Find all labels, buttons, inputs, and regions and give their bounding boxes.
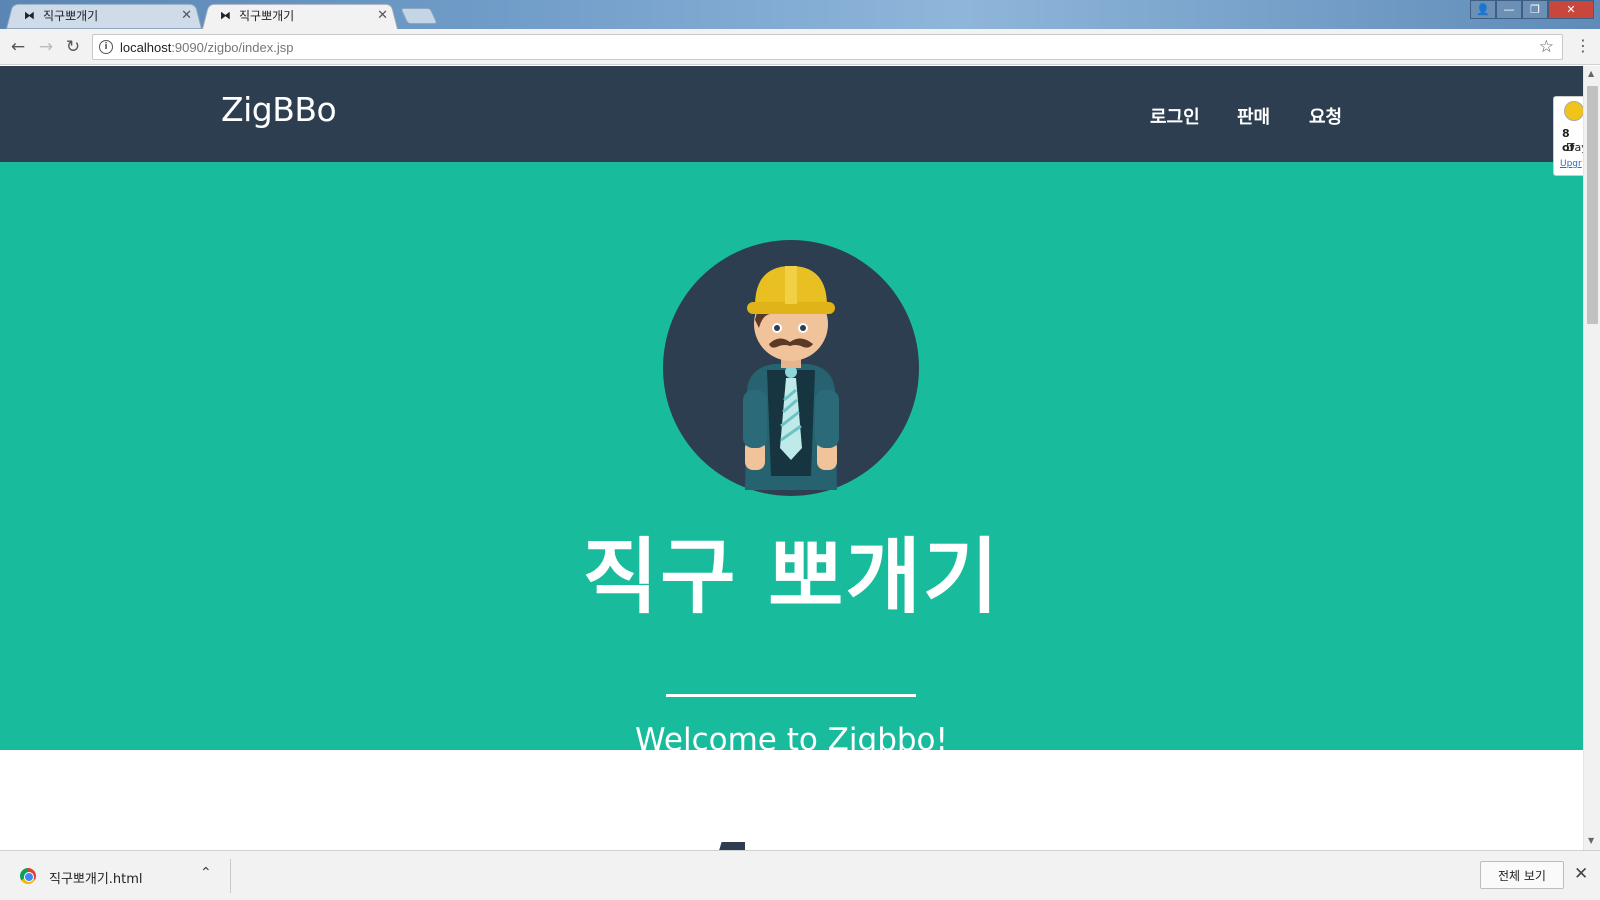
hero-title: 직구 뽀개기	[582, 530, 1001, 625]
nav-sell-link[interactable]: 판매	[1237, 103, 1270, 129]
info-icon[interactable]: i	[99, 40, 113, 54]
extension-upgrade-link[interactable]: Upgr	[1560, 159, 1582, 169]
browser-tab-active[interactable]: ⧓ 직구뽀개기 ✕	[202, 2, 398, 30]
worker-avatar-icon	[663, 240, 919, 496]
url-path: :9090/zigbo/index.jsp	[171, 39, 294, 55]
scroll-up-icon[interactable]: ▲	[1588, 69, 1594, 78]
close-window-button[interactable]: ✕	[1548, 0, 1594, 19]
user-icon[interactable]: 👤	[1470, 0, 1496, 19]
page-scrollbar[interactable]: ▲ ▼	[1583, 66, 1600, 850]
new-tab-button[interactable]	[400, 8, 438, 24]
browser-tab[interactable]: ⧓ 직구뽀개기 ✕	[6, 2, 202, 30]
download-filename[interactable]: 직구뽀개기.html	[49, 868, 143, 887]
extension-widget[interactable]: 8 of Day Upgr	[1553, 96, 1583, 176]
tab-title: 직구뽀개기	[239, 9, 295, 23]
address-bar[interactable]: i localhost:9090/zigbo/index.jsp ☆	[92, 34, 1563, 60]
back-arrow-icon[interactable]: ←	[6, 35, 30, 59]
worker-illustration	[743, 266, 839, 490]
chrome-menu-icon[interactable]: ⋮	[1575, 36, 1591, 55]
extension-badge-icon	[1564, 101, 1583, 121]
bookmark-star-icon[interactable]: ☆	[1539, 37, 1554, 57]
close-icon[interactable]: ✕	[181, 8, 192, 23]
reload-icon[interactable]: ↻	[61, 35, 85, 59]
hero-subtitle: Welcome to Zigbbo!	[635, 722, 948, 758]
nav-request-link[interactable]: 요청	[1309, 103, 1342, 129]
chevron-up-icon[interactable]: ⌃	[200, 865, 212, 881]
url-text: localhost:9090/zigbo/index.jsp	[120, 40, 293, 55]
page-viewport: ZigBBo 로그인 판매 요청 직구 뽀개기 Welcome to Zigbb…	[0, 66, 1583, 850]
show-all-downloads-button[interactable]: 전체 보기	[1480, 861, 1564, 889]
site-brand-link[interactable]: ZigBBo	[221, 90, 337, 129]
close-icon[interactable]: ✕	[377, 8, 388, 23]
tab-title: 직구뽀개기	[43, 9, 99, 23]
site-navbar: ZigBBo 로그인 판매 요청	[0, 66, 1583, 162]
url-host: localhost	[120, 39, 172, 55]
close-icon[interactable]: ✕	[1574, 864, 1588, 884]
restore-button[interactable]: ❐	[1522, 0, 1548, 19]
hero-divider	[666, 694, 916, 697]
browser-toolbar: ← → ↻ i localhost:9090/zigbo/index.jsp ☆…	[0, 29, 1600, 65]
nav-login-link[interactable]: 로그인	[1150, 103, 1200, 129]
title-bar: ⧓ 직구뽀개기 ✕ ⧓ 직구뽀개기 ✕ 👤 — ❐ ✕	[0, 0, 1600, 30]
scroll-down-icon[interactable]: ▼	[1588, 836, 1594, 845]
extension-day-label: Day	[1566, 141, 1583, 154]
forward-arrow-icon[interactable]: →	[34, 35, 58, 59]
minimize-button[interactable]: —	[1496, 0, 1522, 19]
bowtie-icon: ⧓	[24, 9, 35, 22]
chrome-file-icon	[20, 868, 36, 884]
hero-section: 직구 뽀개기 Welcome to Zigbbo!	[0, 162, 1583, 758]
scroll-thumb[interactable]	[1587, 86, 1598, 324]
shelf-divider	[230, 859, 231, 893]
download-shelf: 직구뽀개기.html ⌃ 전체 보기 ✕	[0, 850, 1600, 900]
bowtie-icon: ⧓	[220, 9, 231, 22]
next-section-heading-partial	[700, 842, 745, 850]
